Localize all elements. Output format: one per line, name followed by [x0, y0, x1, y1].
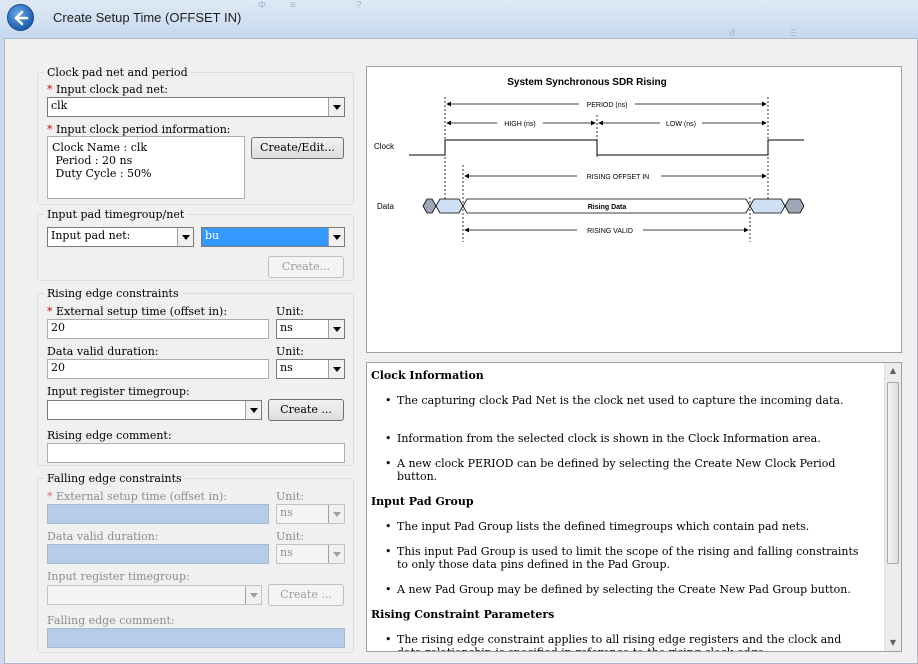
help-heading-clock: Clock Information [371, 369, 484, 382]
data-invalid-region [435, 198, 464, 214]
timing-diagram: System Synchronous SDR Rising PERIOD (ns… [374, 77, 805, 242]
rising-valid-unit-label: Unit: [276, 345, 304, 358]
faint-header-glyph: ? [356, 0, 362, 11]
period-label: PERIOD (ns) [587, 102, 628, 109]
rising-comment-label: Rising edge comment: [47, 429, 172, 442]
clock-signal-label: Clock [374, 142, 395, 151]
falling-comment-input[interactable] [47, 628, 345, 648]
chevron-down-icon[interactable] [245, 586, 261, 604]
clock-waveform [409, 139, 804, 156]
clock-period-label: * Input clock period information: [47, 123, 231, 136]
pad-type-select[interactable]: Input pad net: [47, 227, 194, 247]
clock-group-title: Clock pad net and period [44, 66, 191, 79]
diagram-title: System Synchronous SDR Rising [507, 77, 666, 88]
scrollbar-thumb[interactable] [887, 382, 899, 564]
falling-valid-unit-label: Unit: [276, 530, 304, 543]
clock-period-info: Clock Name : clk Period : 20 ns Duty Cyc… [47, 136, 245, 199]
rising-data-label: Rising Data [588, 204, 627, 211]
valid-label: RISING VALID [587, 228, 633, 235]
rising-edge-group-title: Rising edge constraints [44, 287, 182, 300]
rising-edge-group: Rising edge constraints * External setup… [37, 287, 354, 466]
chevron-down-icon[interactable] [328, 545, 344, 563]
chevron-down-icon[interactable] [328, 228, 344, 246]
help-heading-rising: Rising Constraint Parameters [371, 608, 555, 621]
falling-timegroup-select[interactable] [47, 585, 262, 605]
timing-diagram-panel: System Synchronous SDR Rising PERIOD (ns… [366, 66, 902, 353]
falling-edge-group: Falling edge constraints * External setu… [37, 472, 354, 653]
back-button[interactable] [7, 4, 34, 31]
help-heading-pad: Input Pad Group [371, 495, 474, 508]
help-bullet: This input Pad Group is used to limit th… [385, 545, 862, 571]
chevron-down-icon[interactable] [245, 401, 261, 419]
help-bullet: The rising edge constraint applies to al… [385, 633, 862, 651]
help-scrollbar[interactable]: ▲ ▼ [884, 363, 901, 651]
clock-group: Clock pad net and period * Input clock p… [37, 66, 354, 205]
back-arrow-icon [14, 10, 29, 26]
help-bullet: A new clock PERIOD can be defined by sel… [385, 457, 862, 483]
rising-create-timegroup-button[interactable]: Create ... [268, 399, 344, 421]
chevron-down-icon[interactable] [177, 228, 193, 246]
rising-setup-unit-label: Unit: [276, 305, 304, 318]
help-text-panel: Clock Information The capturing clock Pa… [366, 362, 902, 652]
offset-in-label: RISING OFFSET IN [587, 174, 650, 181]
rising-comment-input[interactable] [47, 443, 345, 463]
falling-comment-label: Falling edge comment: [47, 614, 175, 627]
data-signal-label: Data [377, 202, 394, 211]
falling-setup-label: * External setup time (offset in): [47, 490, 228, 503]
create-edit-clock-button[interactable]: Create/Edit... [251, 137, 344, 159]
scroll-up-icon[interactable]: ▲ [885, 363, 901, 379]
rising-valid-label: Data valid duration: [47, 345, 159, 358]
pad-net-select[interactable]: bu [201, 227, 345, 247]
rising-timegroup-select[interactable] [47, 400, 262, 420]
rising-setup-label: * External setup time (offset in): [47, 305, 228, 318]
falling-valid-input[interactable] [47, 544, 269, 564]
rising-valid-input[interactable]: 20 [47, 359, 269, 379]
falling-setup-input[interactable] [47, 504, 269, 524]
title-bar: Create Setup Time (OFFSET IN) Φ ≡ ? ∂ Ξ [0, 0, 918, 39]
high-label: HIGH (ns) [504, 121, 536, 128]
help-bullet: The capturing clock Pad Net is the clock… [385, 394, 862, 407]
low-label: LOW (ns) [666, 121, 696, 128]
input-pad-group: Input pad timegroup/net Input pad net: b… [37, 208, 354, 281]
help-bullet: A new Pad Group may be defined by select… [385, 583, 862, 596]
rising-valid-unit-select[interactable]: ns [276, 359, 345, 379]
falling-valid-label: Data valid duration: [47, 530, 159, 543]
faint-header-glyph: Φ [258, 0, 266, 11]
scroll-down-icon[interactable]: ▼ [885, 635, 901, 651]
falling-timegroup-label: Input register timegroup: [47, 570, 190, 583]
data-invalid-region [784, 198, 805, 214]
data-invalid-region [422, 198, 437, 214]
rising-setup-input[interactable]: 20 [47, 319, 269, 339]
input-pad-group-title: Input pad timegroup/net [44, 208, 188, 221]
falling-setup-unit-label: Unit: [276, 490, 304, 503]
rising-timegroup-label: Input register timegroup: [47, 385, 190, 398]
dialog-client-area: Clock pad net and period * Input clock p… [4, 38, 918, 664]
falling-valid-unit-select[interactable]: ns [276, 544, 345, 564]
falling-setup-unit-select[interactable]: ns [276, 504, 345, 524]
chevron-down-icon[interactable] [328, 98, 344, 116]
window-title: Create Setup Time (OFFSET IN) [53, 10, 242, 25]
rising-setup-unit-select[interactable]: ns [276, 319, 345, 339]
clock-pad-net-label: * Input clock pad net: [47, 83, 168, 96]
create-pad-group-button[interactable]: Create... [268, 256, 344, 278]
chevron-down-icon[interactable] [328, 320, 344, 338]
data-invalid-region [749, 198, 786, 214]
help-bullet: The input Pad Group lists the defined ti… [385, 520, 862, 533]
faint-header-glyph: ≡ [290, 0, 296, 11]
help-bullet: Information from the selected clock is s… [385, 432, 862, 445]
falling-create-timegroup-button[interactable]: Create ... [268, 584, 344, 606]
chevron-down-icon[interactable] [328, 360, 344, 378]
falling-edge-group-title: Falling edge constraints [44, 472, 185, 485]
clock-pad-net-select[interactable]: clk [47, 97, 345, 117]
chevron-down-icon[interactable] [328, 505, 344, 523]
